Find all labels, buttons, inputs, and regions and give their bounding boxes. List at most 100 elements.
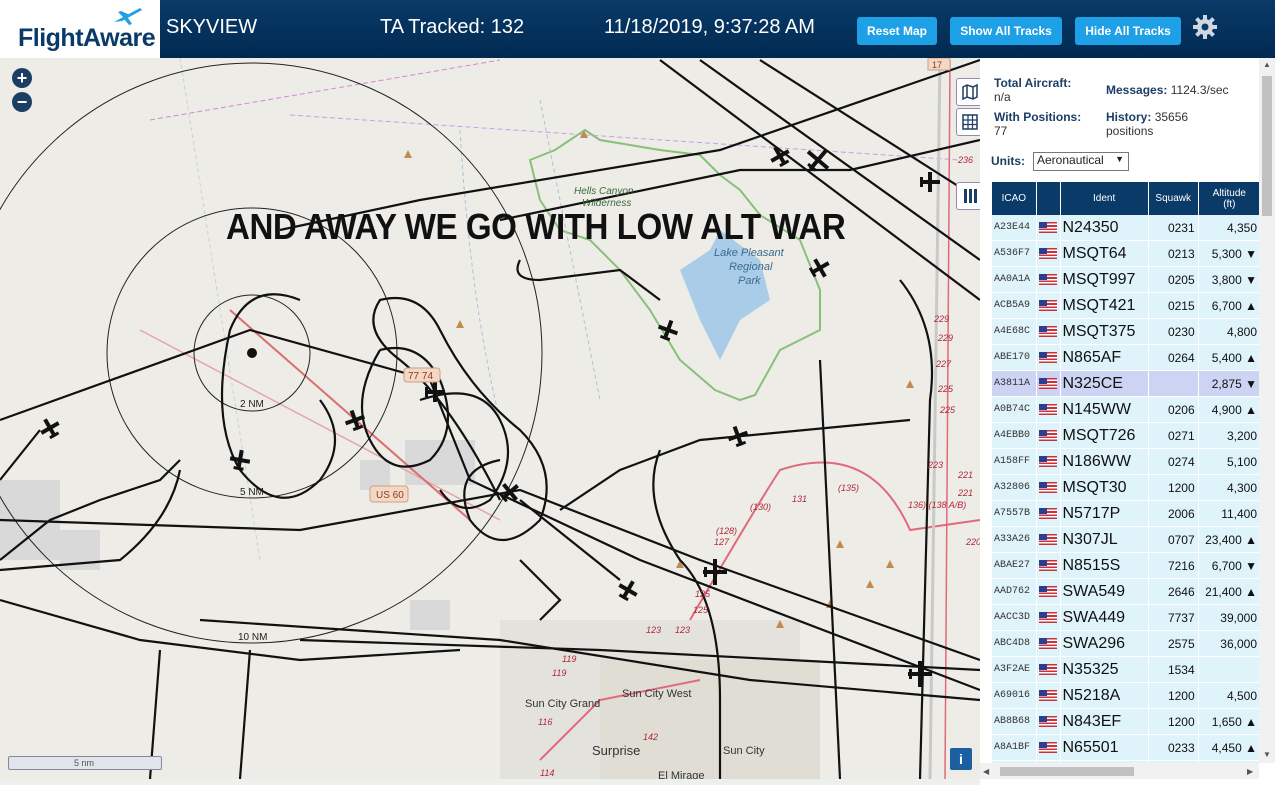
columns-button[interactable] bbox=[956, 182, 980, 210]
flag-us-icon bbox=[1039, 377, 1058, 389]
zoom-out-button[interactable]: − bbox=[12, 92, 32, 112]
reset-map-button[interactable]: Reset Map bbox=[857, 17, 937, 45]
ring-label-2nm: 2 NM bbox=[240, 399, 264, 410]
cell-squawk: 0213 bbox=[1148, 241, 1198, 267]
flag-us-icon bbox=[1039, 663, 1058, 675]
table-row[interactable]: A23E44 N24350 0231 4,350 bbox=[992, 215, 1259, 241]
cell-icao: A536F7 bbox=[992, 241, 1036, 267]
cell-altitude: 5,400 ▲ bbox=[1198, 345, 1259, 371]
cell-altitude: 3,200 bbox=[1198, 423, 1259, 449]
table-row[interactable]: A3811A N325CE 2,875 ▼ bbox=[992, 371, 1259, 397]
cell-flag bbox=[1036, 683, 1060, 709]
table-row[interactable]: ACB5A9 MSQT421 0215 6,700 ▲ bbox=[992, 293, 1259, 319]
cell-icao: A69016 bbox=[992, 683, 1036, 709]
gear-icon[interactable] bbox=[1192, 14, 1218, 40]
table-row[interactable]: A158FF N186WW 0274 5,100 bbox=[992, 449, 1259, 475]
cell-ident: N5218A bbox=[1060, 683, 1148, 709]
table-row[interactable]: A8A1BF N65501 0233 4,450 ▲ bbox=[992, 735, 1259, 761]
cell-squawk: 2646 bbox=[1148, 579, 1198, 605]
cell-icao: ABAE27 bbox=[992, 553, 1036, 579]
cell-icao: A4EBB0 bbox=[992, 423, 1036, 449]
info-button[interactable]: i bbox=[950, 748, 972, 770]
col-icao[interactable]: ICAO bbox=[992, 182, 1036, 215]
cell-flag bbox=[1036, 475, 1060, 501]
logo[interactable]: FlightAware bbox=[0, 0, 160, 58]
units-select[interactable]: Aeronautical ▼ bbox=[1033, 152, 1129, 171]
flag-us-icon bbox=[1039, 507, 1058, 519]
table-row[interactable]: AACC3D SWA449 7737 39,000 bbox=[992, 605, 1259, 631]
table-row[interactable]: A4E68C MSQT375 0230 4,800 bbox=[992, 319, 1259, 345]
table-row[interactable]: A536F7 MSQT64 0213 5,300 ▼ bbox=[992, 241, 1259, 267]
stat-positions-label: With Positions: bbox=[994, 110, 1082, 124]
table-row[interactable]: AA0A1A MSQT997 0205 3,800 ▼ bbox=[992, 267, 1259, 293]
map-view[interactable]: 2 NM 5 NM 10 NM Hells Canyon Wilderness … bbox=[0, 58, 980, 779]
table-row[interactable]: A7557B N5717P 2006 11,400 bbox=[992, 501, 1259, 527]
table-row[interactable]: A4EBB0 MSQT726 0271 3,200 bbox=[992, 423, 1259, 449]
label-regional: Regional bbox=[729, 261, 773, 273]
table-row[interactable]: A3F2AE N35325 1534 bbox=[992, 657, 1259, 683]
road-num: 229 bbox=[937, 333, 953, 343]
chevron-down-icon: ▼ bbox=[1115, 154, 1124, 164]
table-row[interactable]: AB8B68 N843EF 1200 1,650 ▲ bbox=[992, 709, 1259, 735]
cell-flag bbox=[1036, 657, 1060, 683]
scroll-right-icon[interactable]: ▶ bbox=[1247, 767, 1253, 776]
cell-altitude: 3,800 ▼ bbox=[1198, 267, 1259, 293]
cell-flag bbox=[1036, 735, 1060, 761]
road-num: 125 bbox=[693, 605, 709, 615]
overlay-caption: AND AWAY WE GO WITH LOW ALT WAR bbox=[226, 206, 846, 247]
horizontal-scroll-thumb[interactable] bbox=[1000, 767, 1134, 776]
flag-us-icon bbox=[1039, 741, 1058, 753]
cell-ident: N5717P bbox=[1060, 501, 1148, 527]
cell-ident: N145WW bbox=[1060, 397, 1148, 423]
stat-messages-label: Messages: bbox=[1106, 83, 1168, 97]
cell-flag bbox=[1036, 501, 1060, 527]
aircraft-panel: Total Aircraft: n/a Messages: 1124.3/sec… bbox=[980, 58, 1275, 785]
table-row[interactable]: AAD762 SWA549 2646 21,400 ▲ bbox=[992, 579, 1259, 605]
table-row[interactable]: A33A26 N307JL 0707 23,400 ▲ bbox=[992, 527, 1259, 553]
road-num: 119 bbox=[562, 654, 576, 664]
cell-flag bbox=[1036, 241, 1060, 267]
map-canvas[interactable]: 2 NM 5 NM 10 NM Hells Canyon Wilderness … bbox=[0, 58, 980, 779]
cell-squawk: 7737 bbox=[1148, 605, 1198, 631]
table-row[interactable]: ABE170 N865AF 0264 5,400 ▲ bbox=[992, 345, 1259, 371]
cell-ident: N307JL bbox=[1060, 527, 1148, 553]
road-num: (128) bbox=[716, 526, 737, 536]
grid-button[interactable] bbox=[956, 108, 980, 136]
scroll-left-icon[interactable]: ◀ bbox=[983, 767, 989, 776]
stat-history-label: History: bbox=[1106, 110, 1152, 124]
table-row[interactable]: A0B74C N145WW 0206 4,900 ▲ bbox=[992, 397, 1259, 423]
col-squawk[interactable]: Squawk bbox=[1148, 182, 1198, 215]
cell-ident: MSQT64 bbox=[1060, 241, 1148, 267]
aircraft-table-wrap[interactable]: ICAO Ident Squawk Altitude (ft) A23E44 N24… bbox=[991, 182, 1259, 768]
show-all-tracks-button[interactable]: Show All Tracks bbox=[950, 17, 1062, 45]
stat-positions: With Positions: 77 bbox=[994, 110, 1081, 138]
zoom-in-button[interactable]: + bbox=[12, 68, 32, 88]
vertical-scroll-thumb[interactable] bbox=[1262, 76, 1272, 216]
col-ident[interactable]: Ident bbox=[1060, 182, 1148, 215]
col-altitude[interactable]: Altitude (ft) bbox=[1198, 182, 1259, 215]
scroll-down-icon[interactable]: ▼ bbox=[1263, 750, 1271, 759]
cell-flag bbox=[1036, 579, 1060, 605]
cell-flag bbox=[1036, 397, 1060, 423]
col-flag[interactable] bbox=[1036, 182, 1060, 215]
hide-all-tracks-button[interactable]: Hide All Tracks bbox=[1075, 17, 1181, 45]
flag-us-icon bbox=[1039, 247, 1058, 259]
table-row[interactable]: A32806 MSQT30 1200 4,300 bbox=[992, 475, 1259, 501]
map-layers-button[interactable] bbox=[956, 78, 980, 106]
cell-squawk: 1200 bbox=[1148, 709, 1198, 735]
scroll-up-icon[interactable]: ▲ bbox=[1263, 60, 1271, 69]
road-num: 125 bbox=[695, 589, 711, 599]
cell-flag bbox=[1036, 267, 1060, 293]
table-row[interactable]: A69016 N5218A 1200 4,500 bbox=[992, 683, 1259, 709]
flag-us-icon bbox=[1039, 299, 1058, 311]
cell-icao: AAD762 bbox=[992, 579, 1036, 605]
table-row[interactable]: ABC4D8 SWA296 2575 36,000 bbox=[992, 631, 1259, 657]
label-lake-pleasant: Lake Pleasant bbox=[714, 247, 785, 259]
cell-altitude: 4,900 ▲ bbox=[1198, 397, 1259, 423]
cell-icao: ACB5A9 bbox=[992, 293, 1036, 319]
flag-us-icon bbox=[1039, 533, 1058, 545]
table-row[interactable]: ABAE27 N8515S 7216 6,700 ▼ bbox=[992, 553, 1259, 579]
road-num: 114 bbox=[540, 768, 554, 778]
cell-squawk: 1200 bbox=[1148, 683, 1198, 709]
cell-altitude: 5,100 bbox=[1198, 449, 1259, 475]
